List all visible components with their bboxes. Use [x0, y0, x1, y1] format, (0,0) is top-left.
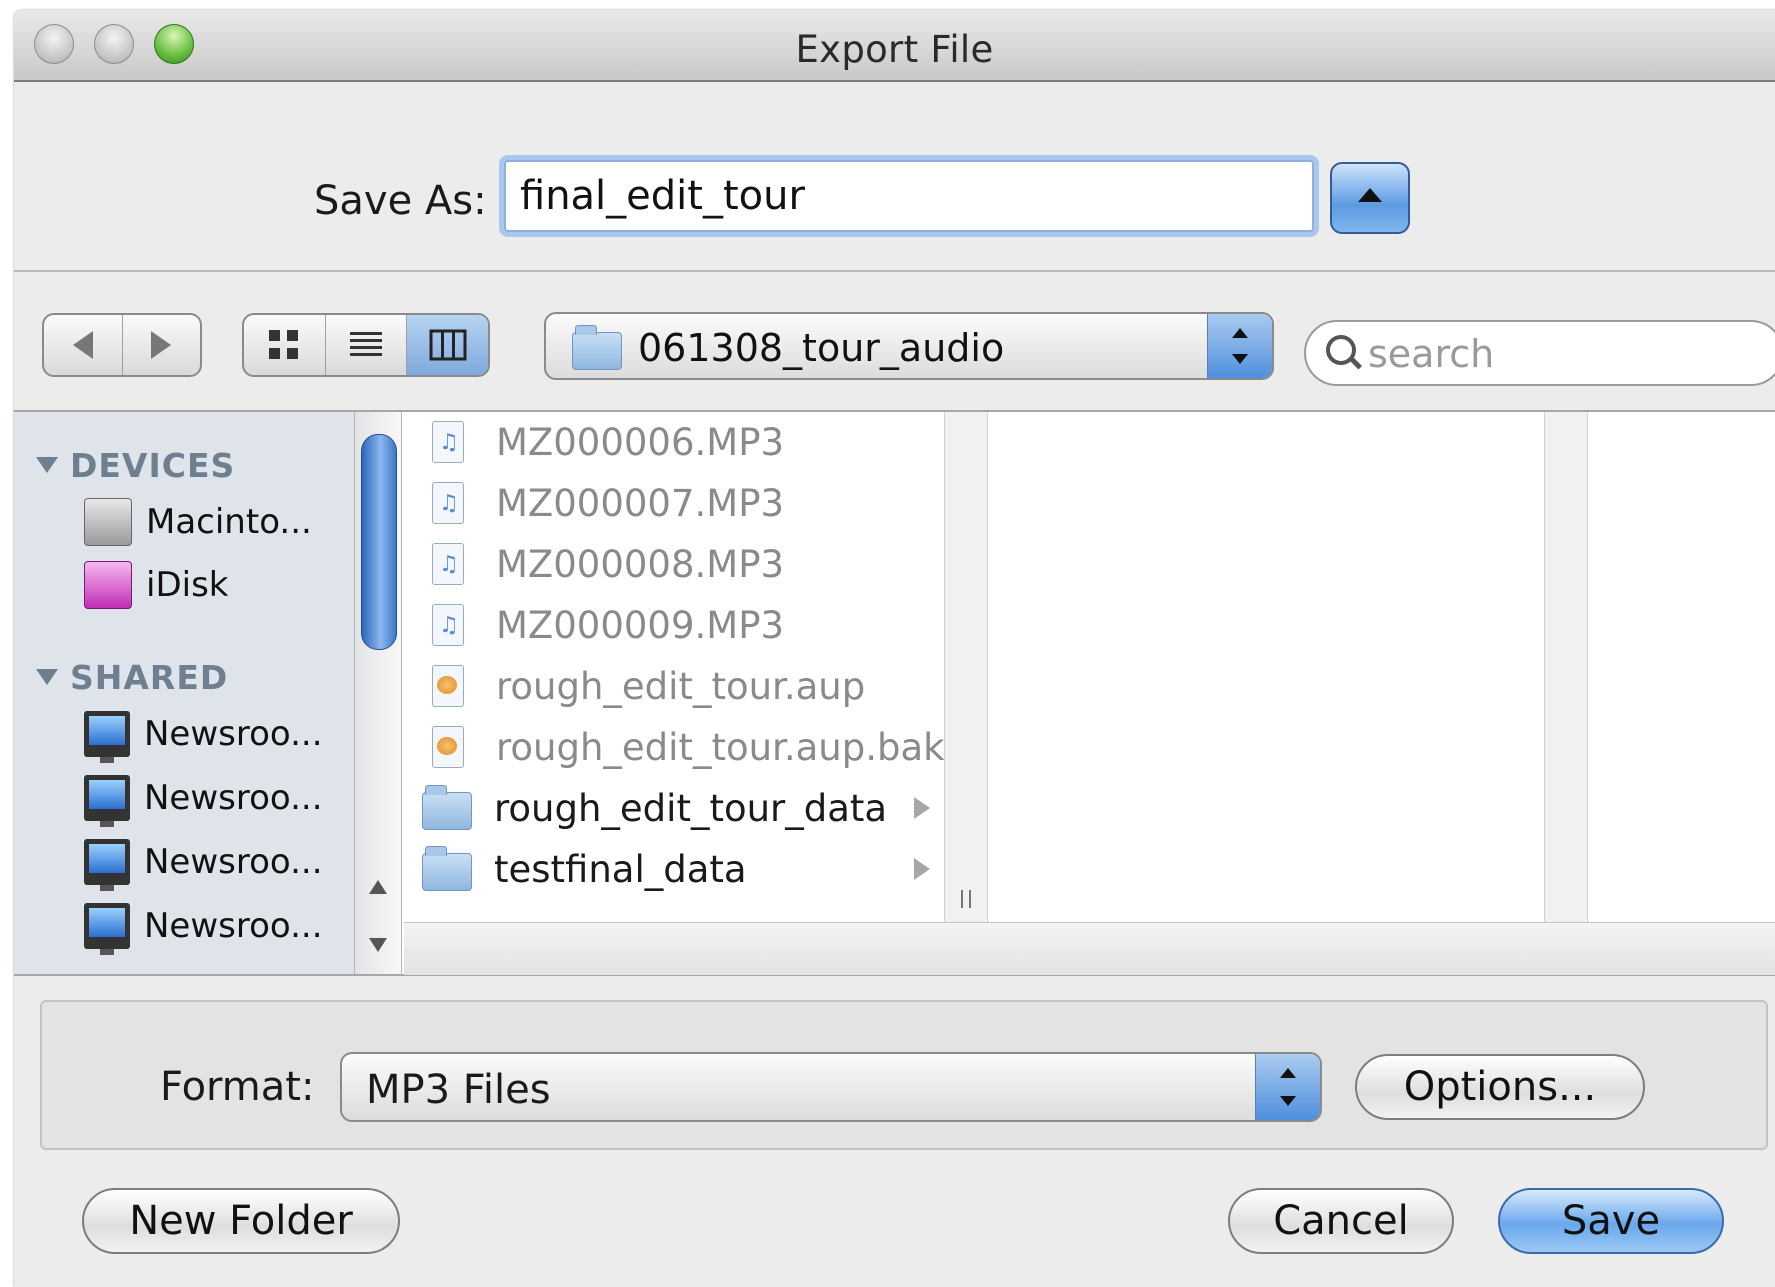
options-button[interactable]: Options... — [1355, 1054, 1645, 1120]
search-field-container — [1304, 320, 1775, 386]
sidebar-item-label: Macinto... — [146, 502, 312, 542]
save-button[interactable]: Save — [1498, 1188, 1724, 1254]
folder-icon-wrap — [422, 785, 472, 830]
scroll-up-arrow-icon[interactable] — [369, 880, 387, 894]
network-computer-icon — [84, 839, 130, 891]
scrollbar-thumb[interactable] — [361, 434, 397, 650]
divider — [14, 270, 1775, 272]
file-column: ♫ MZ000006.MP3 ♫ MZ000007.MP3 ♫ MZ000008… — [404, 412, 945, 922]
section-label: SHARED — [70, 658, 229, 697]
sidebar-item-label: Newsroo... — [144, 906, 323, 946]
folder-name: rough_edit_tour_data — [494, 786, 888, 830]
horizontal-scrollbar[interactable] — [404, 922, 1775, 975]
file-name: MZ000008.MP3 — [496, 542, 785, 586]
popup-arrows-icon — [1207, 314, 1272, 378]
window-title: Export File — [795, 28, 994, 71]
icon-view-icon — [269, 330, 299, 359]
folder-item[interactable]: rough_edit_tour_data — [404, 780, 944, 836]
format-value: MP3 Files — [366, 1067, 551, 1113]
forward-button[interactable] — [123, 315, 201, 375]
sidebar-section-shared[interactable]: SHARED — [36, 658, 228, 697]
file-name: rough_edit_tour.aup.bak — [496, 725, 945, 769]
new-folder-button[interactable]: New Folder — [82, 1188, 400, 1254]
sidebar-scrollbar[interactable] — [354, 412, 402, 974]
sidebar-section-devices[interactable]: DEVICES — [36, 446, 235, 485]
back-button[interactable] — [44, 315, 123, 375]
sidebar-item-label: iDisk — [146, 565, 229, 605]
list-view-button[interactable] — [326, 315, 408, 375]
audio-file-icon: ♫ — [432, 604, 464, 646]
search-input[interactable] — [1366, 328, 1770, 380]
folder-item[interactable]: testfinal_data — [404, 841, 944, 897]
sidebar-item-label: Newsroo... — [144, 778, 323, 818]
folder-name: testfinal_data — [494, 847, 747, 891]
list-item: ♫ MZ000006.MP3 — [404, 414, 944, 470]
collapse-dialog-button[interactable] — [1330, 162, 1410, 234]
sidebar-item-shared-computer[interactable]: Newsroo... — [84, 773, 323, 827]
forward-arrow-icon — [151, 331, 172, 359]
network-computer-icon — [84, 775, 130, 827]
column-divider — [1544, 412, 1588, 922]
search-icon — [1326, 335, 1356, 365]
location-popup[interactable]: 061308_tour_audio — [544, 312, 1274, 380]
sidebar-item-shared-computer[interactable]: Newsroo... — [84, 709, 323, 763]
folder-icon — [572, 325, 622, 370]
list-item: rough_edit_tour.aup.bak — [404, 719, 945, 775]
chevron-right-icon — [914, 797, 930, 819]
audio-file-icon: ♫ — [432, 421, 464, 463]
audio-file-icon: ♫ — [432, 543, 464, 585]
save-as-field[interactable] — [504, 160, 1314, 232]
icon-view-button[interactable] — [244, 315, 326, 375]
resize-grip-icon — [961, 890, 971, 908]
disclosure-triangle-icon — [36, 669, 58, 685]
folder-icon — [422, 785, 472, 830]
sidebar-item-label: Newsroo... — [144, 842, 323, 882]
view-mode-selector — [242, 313, 490, 377]
scroll-down-arrow-icon[interactable] — [369, 938, 387, 952]
list-item: ♫ MZ000007.MP3 — [404, 475, 944, 531]
folder-icon-wrap — [422, 846, 472, 891]
network-computer-icon — [84, 903, 130, 955]
file-name: rough_edit_tour.aup — [496, 664, 866, 708]
audacity-project-icon — [432, 726, 464, 768]
network-computer-icon — [84, 711, 130, 763]
column-resize-handle[interactable] — [944, 412, 988, 922]
file-name: MZ000009.MP3 — [496, 603, 785, 647]
cancel-button[interactable]: Cancel — [1228, 1188, 1454, 1254]
idisk-icon — [84, 561, 132, 609]
list-item: ♫ MZ000008.MP3 — [404, 536, 944, 592]
export-file-dialog: Export File Save As: final_edit_tour 061… — [14, 10, 1775, 1287]
history-navigation — [42, 313, 202, 377]
sidebar: DEVICES Macinto... iDisk SHARED Newsroo.… — [14, 412, 354, 974]
file-name: MZ000007.MP3 — [496, 481, 785, 525]
list-item: ♫ MZ000009.MP3 — [404, 597, 944, 653]
popup-arrows-icon — [1255, 1054, 1320, 1120]
format-popup[interactable]: MP3 Files — [340, 1052, 1322, 1122]
location-label: 061308_tour_audio — [638, 326, 1005, 370]
sidebar-item-shared-computer[interactable]: Newsroo... — [84, 837, 323, 891]
section-label: DEVICES — [70, 446, 236, 485]
list-view-icon — [350, 332, 382, 356]
save-as-label: Save As: — [314, 178, 487, 224]
folder-icon — [422, 846, 472, 891]
sidebar-item-label: Newsroo... — [144, 714, 323, 754]
audio-file-icon: ♫ — [432, 482, 464, 524]
column-view-button[interactable] — [407, 315, 488, 375]
file-name: MZ000006.MP3 — [496, 420, 785, 464]
back-arrow-icon — [72, 331, 93, 359]
sidebar-item-macintosh-hd[interactable]: Macinto... — [84, 497, 312, 547]
format-label: Format: — [160, 1064, 315, 1110]
sidebar-item-shared-computer[interactable]: Newsroo... — [84, 901, 323, 955]
list-item: rough_edit_tour.aup — [404, 658, 944, 714]
audacity-project-icon — [432, 665, 464, 707]
disclosure-triangle-icon — [36, 457, 58, 473]
title-bar[interactable]: Export File — [14, 10, 1775, 82]
column-view-icon — [429, 329, 467, 361]
file-browser: DEVICES Macinto... iDisk SHARED Newsroo.… — [14, 410, 1775, 976]
chevron-right-icon — [914, 858, 930, 880]
sidebar-item-idisk[interactable]: iDisk — [84, 560, 228, 610]
hard-drive-icon — [84, 498, 132, 546]
